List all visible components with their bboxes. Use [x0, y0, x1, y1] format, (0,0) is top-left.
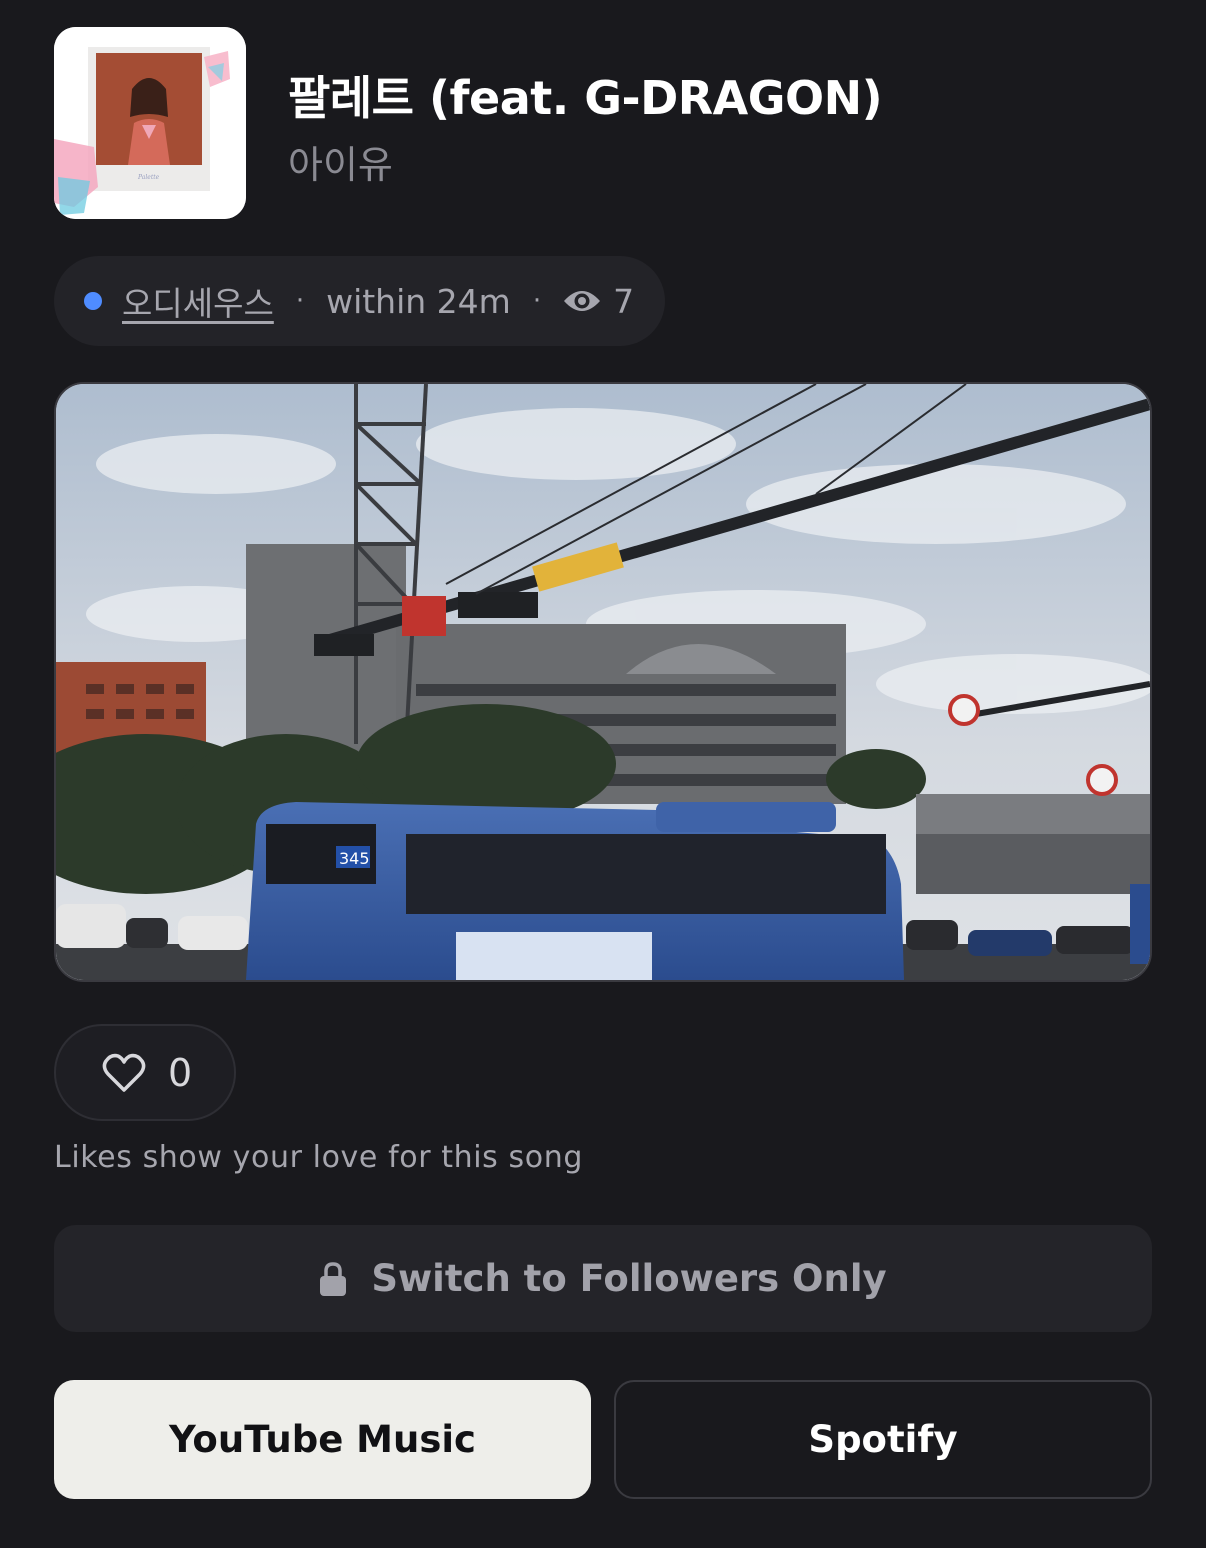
author-link[interactable]: 오디세우스	[122, 277, 274, 325]
song-title: 팔레트 (feat. G-DRAGON)	[288, 71, 883, 125]
lock-icon	[319, 1261, 347, 1297]
switch-followers-only-button[interactable]: Switch to Followers Only	[54, 1225, 1152, 1332]
svg-text:Palette: Palette	[137, 174, 160, 181]
like-hint-text: Likes show your love for this song	[54, 1140, 583, 1175]
post-time: within 24m	[326, 281, 511, 321]
status-dot-icon	[84, 292, 102, 310]
song-post-page: Palette 팔레트 (feat. G-DRAGON) 아이유 오디세우스 ·…	[0, 0, 1206, 1548]
view-count: 7	[613, 281, 635, 321]
post-meta-pill: 오디세우스 · within 24m · 7	[54, 256, 665, 346]
album-art[interactable]: Palette	[54, 27, 246, 219]
like-button[interactable]: 0	[54, 1024, 236, 1121]
post-photo[interactable]: 345	[54, 382, 1152, 982]
eye-icon	[563, 288, 601, 314]
meta-separator: ·	[532, 286, 542, 316]
like-count: 0	[168, 1050, 193, 1095]
spotify-button[interactable]: Spotify	[614, 1380, 1152, 1499]
heart-outline-icon	[102, 1053, 146, 1093]
svg-text:345: 345	[339, 849, 370, 868]
youtube-music-button[interactable]: YouTube Music	[54, 1380, 591, 1499]
meta-separator: ·	[295, 286, 305, 316]
song-artist[interactable]: 아이유	[288, 134, 393, 189]
youtube-music-label: YouTube Music	[169, 1418, 476, 1461]
spotify-label: Spotify	[808, 1418, 958, 1461]
switch-followers-only-label: Switch to Followers Only	[371, 1257, 887, 1300]
